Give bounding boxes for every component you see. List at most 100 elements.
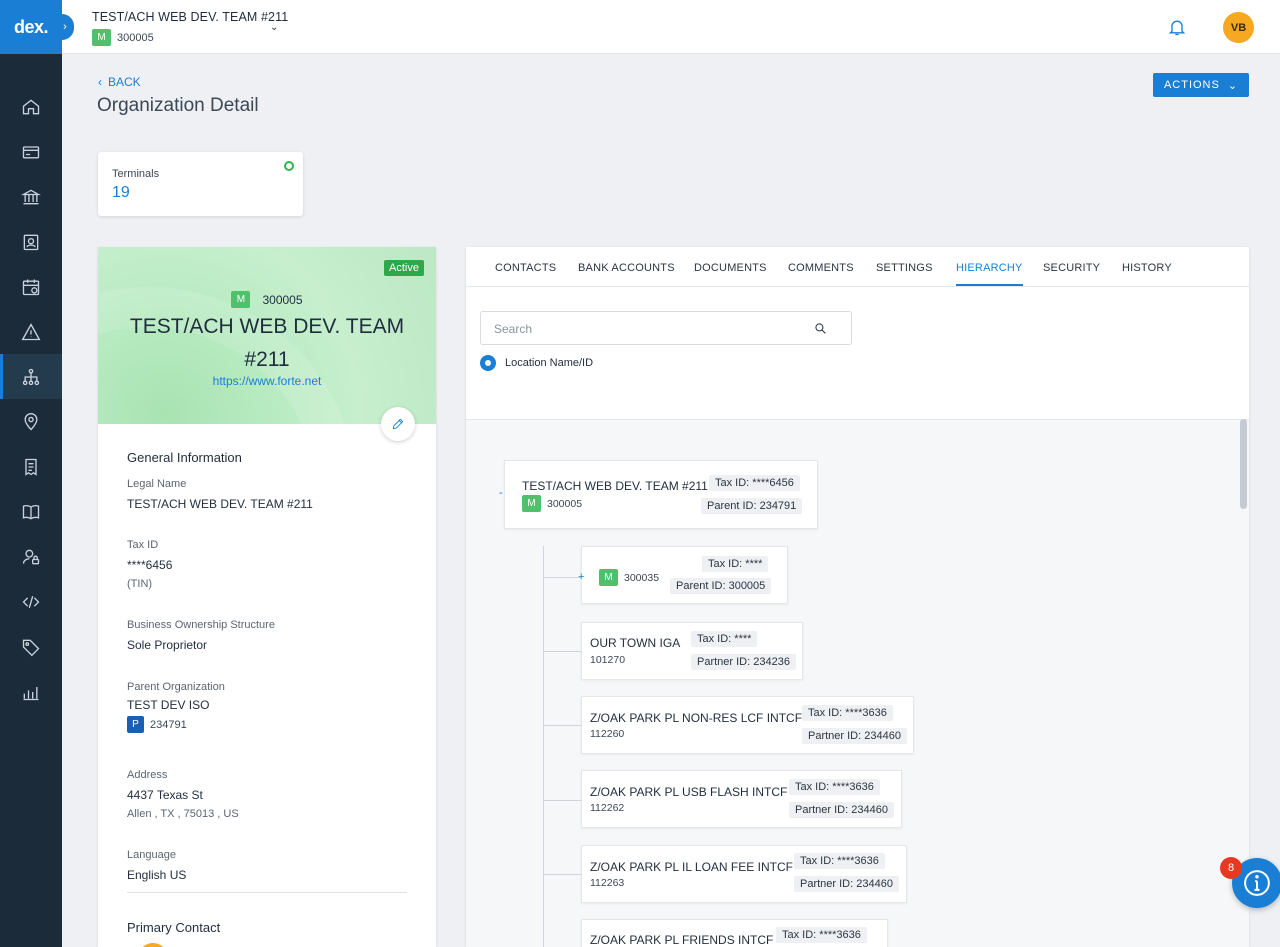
radio-label: Location Name/ID: [505, 357, 594, 369]
general-information-title: General Information: [127, 450, 242, 465]
sidebar-item-pricing[interactable]: [0, 624, 62, 669]
radio-selected[interactable]: [480, 355, 496, 371]
chart-icon: [23, 686, 39, 700]
sidebar-item-bank[interactable]: [0, 174, 62, 219]
tree-node[interactable]: Z/OAK PARK PL FRIENDS INTCF Tax ID: ****…: [581, 919, 888, 947]
tree-node[interactable]: Z/OAK PARK PL IL LOAN FEE INTCF 112263 T…: [581, 845, 907, 903]
actions-button[interactable]: ACTIONS ⌄: [1153, 73, 1249, 97]
profile-id-row: M 300005: [98, 291, 436, 308]
parent-id-chip: Parent ID: 234791: [701, 498, 803, 514]
tax-id-chip: Tax ID: ****3636: [794, 853, 885, 869]
merchant-badge: M: [599, 569, 618, 586]
address-field: Address 4437 Texas St Allen , TX , 75013…: [127, 769, 239, 820]
node-name: OUR TOWN IGA: [590, 636, 681, 650]
chevron-down-icon[interactable]: ⌄: [270, 22, 278, 33]
tab-contacts[interactable]: CONTACTS: [495, 262, 556, 274]
pencil-icon: [392, 418, 404, 430]
org-switcher-id: 300005: [117, 31, 154, 44]
profile-website-link[interactable]: https://www.forte.net: [98, 374, 436, 388]
parent-organization-name[interactable]: TEST DEV ISO: [127, 698, 225, 712]
tree-node-root[interactable]: - TEST/ACH WEB DEV. TEAM #211 M 300005 T…: [499, 460, 818, 529]
partner-id-chip: Partner ID: 234460: [794, 876, 899, 892]
node-id-row: M 300035: [599, 569, 659, 586]
tax-id-chip: Tax ID: ****3636: [789, 779, 880, 795]
merchant-badge: M: [522, 495, 541, 512]
status-dot-icon: [284, 161, 294, 171]
org-switcher[interactable]: TEST/ACH WEB DEV. TEAM #211 M 300005: [92, 10, 288, 46]
tree-connector: [543, 546, 544, 947]
tab-hierarchy[interactable]: HIERARCHY: [956, 262, 1023, 286]
sidebar-item-transactions[interactable]: [0, 129, 62, 174]
node-id: 300005: [547, 497, 583, 510]
node-name: Z/OAK PARK PL IL LOAN FEE INTCF: [590, 860, 793, 874]
sidebar-item-reports[interactable]: [0, 444, 62, 489]
search-mode-option[interactable]: Location Name/ID: [480, 355, 593, 371]
page-title: Organization Detail: [97, 95, 259, 116]
alert-icon: [21, 322, 41, 340]
sidebar-item-locations[interactable]: [0, 399, 62, 444]
sidebar-item-contacts[interactable]: [0, 219, 62, 264]
contact-avatar: [138, 943, 168, 947]
sidebar-item-developer[interactable]: [0, 579, 62, 624]
tree-connector: [543, 725, 581, 726]
detail-panel: CONTACTS BANK ACCOUNTS DOCUMENTS COMMENT…: [466, 247, 1249, 947]
calendar-icon: [22, 279, 40, 295]
sidebar-item-users[interactable]: [0, 534, 62, 579]
sidebar-item-analytics[interactable]: [0, 669, 62, 714]
tab-settings[interactable]: SETTINGS: [876, 262, 933, 274]
tab-security[interactable]: SECURITY: [1043, 262, 1100, 274]
parent-id-chip: Parent ID: 300005: [670, 578, 772, 594]
hierarchy-search-input[interactable]: Search: [480, 311, 852, 345]
tree-node[interactable]: + M 300035 Tax ID: **** Parent ID: 30000…: [578, 546, 788, 604]
expand-toggle[interactable]: +: [578, 571, 584, 583]
back-label: BACK: [108, 75, 141, 89]
sidebar-item-home[interactable]: [0, 84, 62, 129]
sidebar-item-docs[interactable]: [0, 489, 62, 534]
bell-icon: [1168, 20, 1186, 36]
sidebar-item-hierarchy[interactable]: [0, 354, 62, 399]
tax-id-chip: Tax ID: ****: [691, 631, 758, 647]
language-field: Language English US: [127, 849, 186, 882]
sidebar-nav: [0, 84, 62, 714]
sidebar-item-alerts[interactable]: [0, 309, 62, 354]
notifications-button[interactable]: [1167, 17, 1187, 42]
tree-scrollbar[interactable]: [1240, 419, 1247, 509]
search-placeholder: Search: [494, 322, 533, 336]
tab-history[interactable]: HISTORY: [1122, 262, 1172, 274]
back-link[interactable]: ‹ BACK: [98, 75, 141, 89]
sidebar-item-schedule[interactable]: [0, 264, 62, 309]
field-value: TEST/ACH WEB DEV. TEAM #211: [127, 497, 313, 511]
node-id-row: 112262: [590, 802, 624, 814]
contacts-icon: [23, 234, 39, 250]
node-id: 300035: [624, 571, 660, 584]
node-id: 112260: [590, 728, 625, 740]
tab-bank-accounts[interactable]: BANK ACCOUNTS: [578, 262, 675, 274]
legal-name-field: Legal Name TEST/ACH WEB DEV. TEAM #211: [127, 478, 313, 511]
parent-organization-field: Parent Organization TEST DEV ISO P 23479…: [127, 681, 225, 733]
node-name: Z/OAK PARK PL NON-RES LCF INTCF: [590, 711, 803, 725]
user-avatar[interactable]: VB: [1223, 12, 1254, 43]
collapse-toggle[interactable]: -: [499, 487, 503, 499]
field-value: ****6456: [127, 558, 173, 572]
search-icon[interactable]: [814, 322, 827, 335]
node-name: TEST/ACH WEB DEV. TEAM #211: [522, 479, 708, 493]
tab-comments[interactable]: COMMENTS: [788, 262, 854, 274]
edit-organization-button[interactable]: [381, 407, 415, 441]
field-value: English US: [127, 868, 187, 882]
profile-name: TEST/ACH WEB DEV. TEAM #211: [129, 315, 405, 371]
node-name: Z/OAK PARK PL FRIENDS INTCF: [590, 933, 774, 947]
bank-icon: [21, 189, 41, 204]
tab-documents[interactable]: DOCUMENTS: [694, 262, 767, 274]
book-icon: [22, 504, 40, 519]
app-logo[interactable]: dex.: [0, 0, 62, 54]
tree-node[interactable]: Z/OAK PARK PL NON-RES LCF INTCF 112260 T…: [581, 696, 914, 754]
partner-id-chip: Partner ID: 234460: [789, 802, 894, 818]
partner-badge: P: [127, 716, 144, 733]
terminals-card[interactable]: Terminals 19: [98, 152, 303, 216]
ownership-field: Business Ownership Structure Sole Propri…: [127, 619, 275, 652]
tree-node[interactable]: OUR TOWN IGA 101270 Tax ID: **** Partner…: [581, 622, 803, 680]
tree-connector: [543, 874, 581, 875]
address-line1: 4437 Texas St: [127, 788, 203, 802]
tree-node[interactable]: Z/OAK PARK PL USB FLASH INTCF 112262 Tax…: [581, 770, 902, 828]
divider: [127, 892, 407, 893]
